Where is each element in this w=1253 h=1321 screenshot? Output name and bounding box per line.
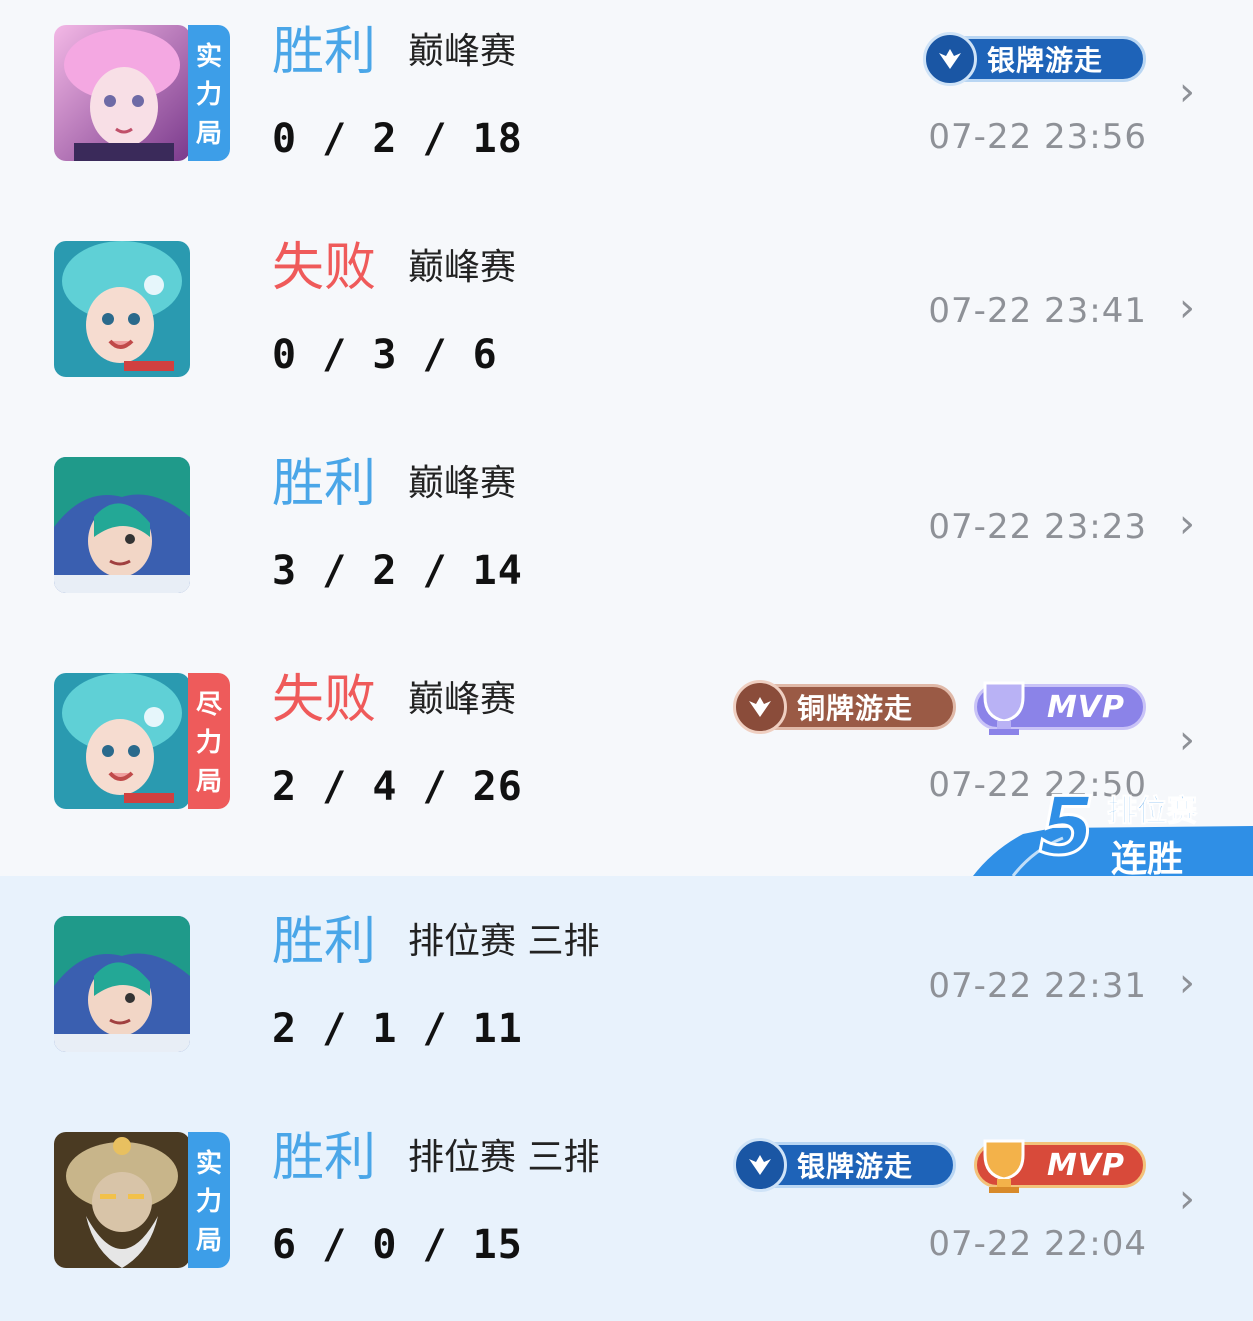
tag-char: 力	[195, 1187, 222, 1218]
trophy-icon	[983, 681, 1025, 735]
match-row[interactable]: 胜利 巅峰赛 3 / 2 / 14 07-22 23:23 ›	[0, 432, 1253, 648]
wings-icon	[733, 680, 787, 734]
chevron-right-icon[interactable]: ›	[1179, 286, 1195, 330]
match-mode: 巅峰赛	[408, 31, 517, 72]
match-row[interactable]: 实 力 局 胜利 排位赛 三排 6 / 0 / 15 银牌游走 MVP 07-2…	[0, 1106, 1253, 1321]
match-row[interactable]: 胜利 排位赛 三排 2 / 1 / 11 07-22 22:31 ›	[0, 890, 1253, 1106]
match-result: 胜利	[272, 22, 377, 82]
role-badge: 银牌游走	[923, 32, 1146, 86]
tag-char: 局	[195, 119, 222, 150]
mvp-label: MVP	[1046, 689, 1125, 725]
chevron-right-icon[interactable]: ›	[1179, 70, 1195, 114]
role-badge-label: 铜牌游走	[797, 692, 914, 725]
chevron-right-icon[interactable]: ›	[1179, 718, 1195, 762]
wings-icon	[923, 32, 977, 86]
match-result: 胜利	[272, 1128, 377, 1188]
role-badge: 银牌游走	[733, 1138, 956, 1192]
match-result: 失败	[272, 238, 377, 298]
streak-label-bottom: 连胜	[1111, 839, 1184, 880]
mvp-badge: MVP	[974, 681, 1146, 735]
tag-strength-game: 实 力 局	[188, 25, 230, 161]
match-result: 胜利	[272, 454, 377, 514]
match-mode: 巅峰赛	[408, 247, 517, 288]
match-kda: 6 / 0 / 15	[272, 1222, 523, 1268]
wings-icon	[733, 1138, 787, 1192]
match-kda: 0 / 3 / 6	[272, 332, 498, 378]
match-time: 07-22 23:41	[928, 291, 1147, 331]
match-mode: 排位赛 三排	[408, 921, 600, 962]
match-time: 07-22 23:56	[928, 117, 1147, 157]
match-row[interactable]: 失败 巅峰赛 0 / 3 / 6 07-22 23:41 ›	[0, 216, 1253, 432]
match-mode: 巅峰赛	[408, 463, 517, 504]
mvp-label: MVP	[1046, 1147, 1125, 1183]
tag-strength-game: 实 力 局	[188, 1132, 230, 1268]
match-kda: 0 / 2 / 18	[272, 116, 523, 162]
hero-avatar	[54, 916, 190, 1052]
tag-char: 局	[195, 767, 222, 798]
tag-char: 力	[195, 80, 222, 111]
hero-avatar	[54, 673, 190, 809]
match-time: 07-22 22:04	[928, 1224, 1147, 1264]
tag-char: 局	[195, 1226, 222, 1257]
hero-avatar	[54, 241, 190, 377]
match-kda: 2 / 1 / 11	[272, 1006, 523, 1052]
role-badge: 铜牌游走	[733, 680, 956, 734]
tag-char: 实	[195, 41, 222, 72]
role-badge-label: 银牌游走	[797, 1150, 914, 1183]
chevron-right-icon[interactable]: ›	[1179, 502, 1195, 546]
match-time: 07-22 23:23	[928, 507, 1147, 547]
tag-char: 尽	[195, 689, 222, 720]
role-badge-label: 银牌游走	[987, 44, 1104, 77]
hero-avatar	[54, 25, 190, 161]
match-result: 胜利	[272, 912, 377, 972]
match-mode: 排位赛 三排	[408, 1137, 600, 1178]
tag-char: 实	[195, 1148, 222, 1179]
hero-avatar	[54, 1132, 190, 1268]
trophy-icon	[983, 1139, 1025, 1193]
streak-number: 5	[1038, 780, 1097, 873]
match-row[interactable]: 实 力 局 胜利 巅峰赛 0 / 2 / 18 银牌游走 07-22 23:56…	[0, 0, 1253, 216]
match-kda: 3 / 2 / 14	[272, 548, 523, 594]
match-mode: 巅峰赛	[408, 679, 517, 720]
streak-label-top: 排位赛	[1107, 794, 1198, 830]
chevron-right-icon[interactable]: ›	[1179, 961, 1195, 1005]
hero-avatar	[54, 457, 190, 593]
win-streak-ribbon: 5 排位赛 连胜	[973, 780, 1253, 880]
match-time: 07-22 22:31	[928, 966, 1147, 1006]
tag-best-effort-game: 尽 力 局	[188, 673, 230, 809]
tag-char: 力	[195, 728, 222, 759]
mvp-badge: MVP	[974, 1139, 1146, 1193]
match-kda: 2 / 4 / 26	[272, 764, 523, 810]
match-result: 失败	[272, 670, 377, 730]
chevron-right-icon[interactable]: ›	[1179, 1177, 1195, 1221]
